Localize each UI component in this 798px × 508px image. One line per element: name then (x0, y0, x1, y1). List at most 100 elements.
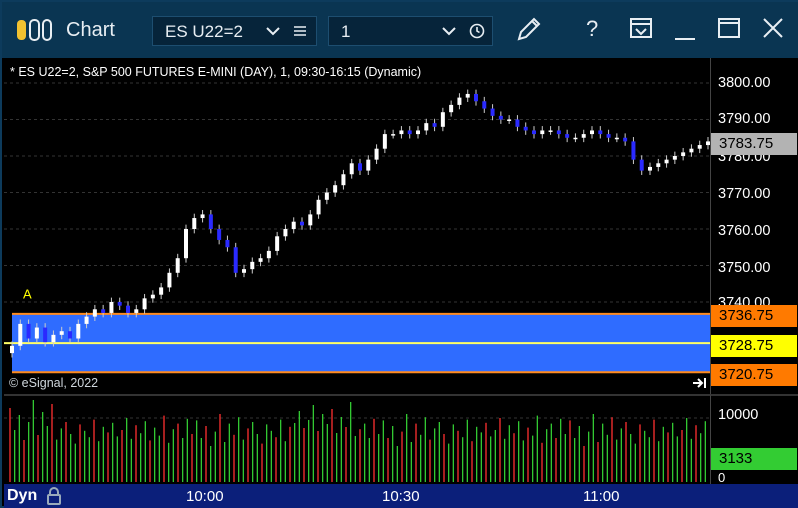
candle-body (391, 134, 396, 136)
window-menu-icon[interactable] (628, 14, 654, 44)
candle-body (432, 123, 437, 127)
price-tick: 3790.00 (718, 111, 771, 127)
candle-body (474, 93, 478, 102)
candle-body (697, 145, 702, 149)
lock-icon[interactable] (45, 486, 63, 506)
svg-text:?: ? (586, 16, 598, 41)
candle-body (150, 294, 155, 299)
help-icon[interactable]: ? (582, 14, 606, 44)
time-label: 11:00 (583, 488, 620, 505)
candle-body (532, 130, 536, 135)
candle-body (43, 327, 48, 343)
candle-body (266, 250, 271, 259)
candle-body (26, 323, 31, 339)
candle-body (18, 323, 23, 346)
band-lower-badge: 3720.75 (711, 364, 797, 386)
clock-icon[interactable] (469, 23, 485, 39)
symbol-selector[interactable]: ES U22=2 (152, 16, 317, 46)
candle-body (192, 218, 197, 229)
price-tick: 3770.00 (718, 186, 771, 202)
candle-body (208, 214, 213, 229)
title-bar: Chart ES U22=2 1 ? (2, 2, 798, 58)
candle-body (548, 130, 553, 132)
band-mid-badge: 3728.75 (711, 335, 797, 357)
candle-body (399, 130, 404, 135)
price-tick: 3750.00 (718, 260, 771, 276)
candle-body (656, 163, 661, 167)
chevron-down-icon[interactable] (265, 24, 281, 38)
candle-body (573, 137, 578, 140)
maximize-icon[interactable] (716, 14, 742, 44)
price-chart-pane[interactable]: A (4, 58, 710, 394)
candle-body (275, 236, 280, 251)
candle-body (598, 130, 603, 135)
candle-body (258, 258, 263, 262)
candle-body (515, 119, 520, 127)
candle-body (581, 134, 586, 138)
candle-body (614, 137, 619, 140)
candle-body (134, 309, 139, 313)
band-upper-badge: 3736.75 (711, 305, 797, 327)
marker-label: A (23, 286, 32, 301)
candle-body (507, 119, 512, 121)
interval-selector[interactable]: 1 (328, 16, 493, 46)
list-icon[interactable] (293, 24, 307, 38)
interval-value: 1 (341, 22, 351, 41)
candle-body (623, 137, 628, 142)
candle-body (465, 93, 470, 98)
volume-chart[interactable] (4, 396, 710, 484)
candle-body (316, 199, 321, 215)
scroll-to-end-icon[interactable] (692, 376, 708, 390)
candle-body (341, 174, 346, 186)
candle-body (540, 130, 545, 135)
candle-body (681, 152, 686, 156)
candle-body (175, 258, 180, 273)
candle-body (590, 130, 594, 135)
volume-last-badge: 3133 (711, 448, 797, 470)
candle-body (424, 123, 429, 131)
chart-window: Chart ES U22=2 1 ? A * ES U22=2, S&P 500… (0, 0, 798, 508)
candle-body (324, 192, 329, 200)
app-logo-icon (17, 19, 52, 41)
window-title: Chart (66, 19, 115, 41)
price-tick: 3760.00 (718, 223, 771, 239)
candle-body (167, 272, 172, 288)
candle-body (117, 302, 122, 306)
symbol-value: ES U22=2 (165, 22, 243, 41)
candle-body (68, 331, 72, 339)
minimize-icon[interactable] (672, 14, 698, 44)
candle-body (498, 115, 503, 120)
candle-body (482, 101, 487, 109)
candle-body (648, 166, 652, 171)
candle-body (308, 214, 313, 226)
candle-body (523, 126, 528, 131)
pencil-icon[interactable] (514, 14, 544, 44)
candle-body (457, 97, 462, 105)
candle-body (51, 334, 56, 343)
volume-pane[interactable] (4, 394, 710, 484)
candle-body (92, 309, 97, 317)
candle-body (84, 316, 89, 324)
candle-body (565, 134, 570, 138)
candle-body (382, 134, 387, 149)
candle-body (407, 130, 412, 135)
candle-body (672, 156, 677, 160)
price-chart[interactable]: A (4, 58, 710, 394)
candle-body (416, 130, 420, 135)
candle-body (126, 305, 130, 313)
close-icon[interactable] (760, 14, 786, 44)
last-price-badge: 3783.75 (711, 133, 797, 155)
volume-tick: 10000 (718, 407, 759, 423)
candle-body (225, 239, 230, 248)
mode-label[interactable]: Dyn (7, 487, 37, 505)
candle-body (10, 345, 14, 354)
candle-body (233, 247, 238, 273)
chevron-down-icon[interactable] (441, 24, 457, 38)
candle-body (217, 229, 222, 240)
copyright-text: © eSignal, 2022 (9, 376, 99, 390)
candle-body (333, 185, 338, 193)
candle-body (109, 302, 114, 313)
candle-body (490, 108, 495, 116)
candle-body (374, 148, 379, 160)
candle-body (300, 221, 304, 226)
